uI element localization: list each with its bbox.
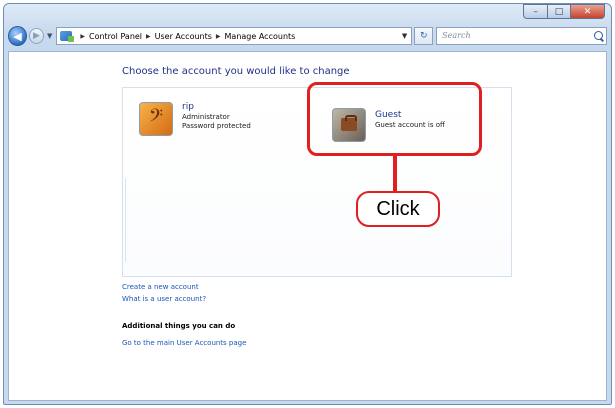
- back-arrow-icon: ◀: [13, 29, 22, 43]
- chevron-right-icon[interactable]: ▶: [80, 33, 85, 40]
- main-user-accounts-link[interactable]: Go to the main User Accounts page: [122, 337, 246, 349]
- control-panel-icon: [60, 31, 75, 42]
- additional-things-title: Additional things you can do: [122, 322, 236, 330]
- minimize-button[interactable]: –: [523, 4, 547, 19]
- breadcrumb-control-panel[interactable]: Control Panel: [89, 32, 142, 41]
- address-dropdown-icon[interactable]: ▼: [402, 32, 407, 40]
- refresh-button[interactable]: ↻: [414, 27, 434, 45]
- back-button[interactable]: ◀: [8, 26, 27, 46]
- breadcrumb-user-accounts[interactable]: User Accounts: [155, 32, 212, 41]
- search-input[interactable]: Search: [436, 27, 608, 45]
- bass-clef-icon: 𝄢: [139, 102, 173, 136]
- account-status: Password protected: [182, 122, 251, 130]
- minimize-icon: –: [533, 6, 538, 17]
- forward-arrow-icon: ▶: [32, 31, 40, 41]
- breadcrumb-manage-accounts[interactable]: Manage Accounts: [225, 32, 296, 41]
- account-details-rip: rip Administrator Password protected: [182, 102, 251, 136]
- guest-highlight-box: [307, 82, 482, 156]
- account-name: rip: [182, 102, 194, 112]
- additional-links: Go to the main User Accounts page: [122, 337, 246, 349]
- divider: [125, 178, 126, 262]
- forward-button[interactable]: ▶: [28, 28, 44, 44]
- what-is-user-account-link[interactable]: What is a user account?: [122, 293, 206, 305]
- account-role: Administrator: [182, 113, 230, 121]
- page-title: Choose the account you would like to cha…: [122, 66, 350, 77]
- chevron-right-icon[interactable]: ▶: [216, 33, 221, 40]
- search-placeholder: Search: [442, 31, 471, 40]
- account-links: Create a new account What is a user acco…: [122, 281, 206, 305]
- refresh-icon: ↻: [419, 31, 428, 41]
- chevron-right-icon[interactable]: ▶: [146, 33, 151, 40]
- control-panel-window: – □ ✕ ◀ ▶ ▼ ▶ Control Panel ▶ User Accou…: [3, 3, 612, 405]
- recent-pages-dropdown[interactable]: ▼: [47, 32, 52, 40]
- account-tile-rip[interactable]: 𝄢 rip Administrator Password protected: [139, 102, 251, 136]
- close-icon: ✕: [583, 6, 592, 17]
- callout-connector: [393, 156, 397, 193]
- maximize-button[interactable]: □: [547, 4, 571, 19]
- address-bar[interactable]: ▶ Control Panel ▶ User Accounts ▶ Manage…: [56, 27, 413, 45]
- click-callout: Click: [356, 191, 440, 227]
- close-button[interactable]: ✕: [571, 4, 605, 19]
- search-icon[interactable]: [594, 31, 604, 40]
- navigation-bar: ◀ ▶ ▼ ▶ Control Panel ▶ User Accounts ▶ …: [8, 25, 608, 47]
- window-caption-buttons: – □ ✕: [523, 4, 605, 19]
- maximize-icon: □: [554, 6, 564, 17]
- create-account-link[interactable]: Create a new account: [122, 281, 206, 293]
